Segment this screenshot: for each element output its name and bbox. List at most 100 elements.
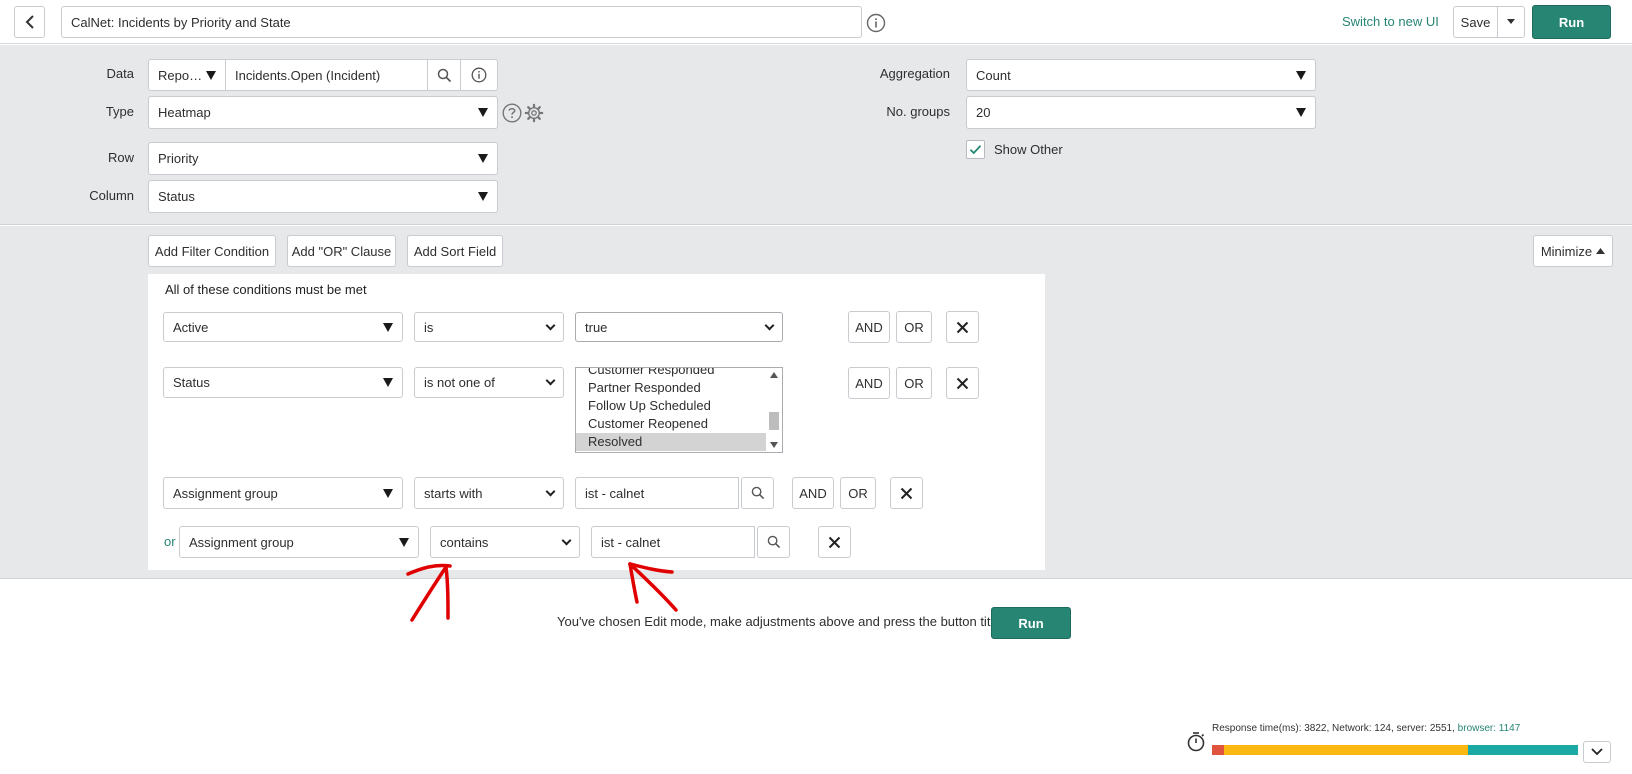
aggregation-label: Aggregation: [879, 66, 950, 81]
message-run-button[interactable]: Run: [991, 607, 1071, 639]
chevron-down-icon: [545, 375, 556, 386]
top-bar: CalNet: Incidents by Priority and State …: [0, 0, 1632, 44]
condition-4-operator: contains: [440, 534, 489, 550]
add-or-clause-button[interactable]: Add "OR" Clause: [287, 235, 396, 267]
report-title-input[interactable]: CalNet: Incidents by Priority and State: [61, 6, 862, 38]
condition-2-field: Status: [173, 375, 210, 390]
listbox-scrollbar[interactable]: [766, 368, 782, 452]
network-time-segment: [1212, 745, 1224, 755]
chevron-down-icon: [561, 535, 572, 545]
condition-2-or-button[interactable]: OR: [896, 367, 932, 399]
listbox-option[interactable]: Customer Reopened: [576, 415, 766, 433]
server-time-segment: [1223, 745, 1469, 755]
show-other-checkbox[interactable]: [966, 140, 985, 159]
condition-4-search-button[interactable]: [757, 526, 790, 558]
condition-4-value: ist - calnet: [601, 534, 661, 550]
edit-mode-message: You've chosen Edit mode, make adjustment…: [557, 614, 1012, 629]
condition-4-operator-select[interactable]: contains: [430, 526, 580, 558]
add-sort-field-button[interactable]: Add Sort Field: [407, 235, 503, 267]
condition-3-operator: starts with: [424, 485, 483, 501]
scroll-down-icon[interactable]: [770, 442, 778, 448]
listbox-option-selected[interactable]: Resolved: [576, 433, 766, 451]
help-icon[interactable]: [502, 103, 522, 123]
listbox-option[interactable]: Follow Up Scheduled: [576, 397, 766, 415]
condition-2-and-button[interactable]: AND: [848, 367, 890, 399]
caret-down-icon: [383, 378, 393, 387]
run-button[interactable]: Run: [1532, 5, 1611, 39]
condition-4-field-select[interactable]: Assignment group: [179, 526, 419, 558]
condition-2-value-listbox[interactable]: Customer Responded Partner Responded Fol…: [575, 367, 783, 453]
condition-3-value: ist - calnet: [585, 485, 645, 501]
condition-1-or-button[interactable]: OR: [896, 311, 932, 343]
chevron-down-icon: [764, 320, 775, 330]
close-icon: [900, 487, 913, 499]
chevron-down-icon: [1591, 748, 1603, 756]
add-filter-condition-button[interactable]: Add Filter Condition: [148, 235, 276, 267]
chevron-down-icon: [545, 486, 556, 496]
condition-2-operator-select[interactable]: is not one of: [414, 367, 564, 398]
chevron-down-icon: [545, 320, 556, 330]
condition-1-field: Active: [173, 319, 209, 335]
response-time-toggle-button[interactable]: [1583, 741, 1611, 763]
switch-ui-link[interactable]: Switch to new UI: [1342, 14, 1439, 29]
show-other-label: Show Other: [994, 142, 1063, 157]
caret-down-icon: [478, 192, 488, 201]
condition-2-field-select[interactable]: Status: [163, 367, 403, 398]
browser-time-segment: [1468, 745, 1578, 755]
condition-4-value-input[interactable]: ist - calnet: [591, 526, 755, 558]
condition-1-value-select[interactable]: true: [575, 312, 783, 342]
listbox-option[interactable]: Partner Responded: [576, 379, 766, 397]
condition-3-delete-button[interactable]: [890, 477, 923, 509]
column-select[interactable]: Status: [148, 180, 498, 213]
condition-3-search-button[interactable]: [741, 477, 774, 509]
minimize-button[interactable]: Minimize: [1533, 235, 1613, 267]
data-search-button[interactable]: [427, 59, 461, 91]
data-table-input[interactable]: Incidents.Open (Incident): [225, 59, 428, 91]
condition-3-value-input[interactable]: ist - calnet: [575, 477, 739, 509]
aggregation-select[interactable]: Count: [966, 59, 1316, 91]
search-icon: [751, 486, 764, 500]
close-icon: [828, 536, 841, 548]
condition-2-operator: is not one of: [424, 375, 495, 390]
caret-up-icon: [1596, 248, 1606, 254]
close-icon: [956, 377, 969, 389]
condition-2-delete-button[interactable]: [946, 367, 979, 399]
condition-1-operator-select[interactable]: is: [414, 312, 564, 342]
caret-down-icon: [206, 70, 216, 80]
report-title-value: CalNet: Incidents by Priority and State: [71, 14, 291, 30]
search-icon: [437, 68, 451, 82]
groups-select[interactable]: 20: [966, 96, 1316, 129]
annotation-arrow-value: [628, 562, 678, 612]
conditions-heading: All of these conditions must be met: [165, 282, 367, 297]
response-time-bar: [1212, 745, 1578, 755]
annotation-arrow-operator: [406, 563, 452, 622]
listbox-option[interactable]: Customer Responded: [576, 368, 766, 379]
condition-1-and-button[interactable]: AND: [848, 311, 890, 343]
save-menu-button[interactable]: [1497, 6, 1525, 38]
type-label: Type: [105, 104, 134, 119]
gear-icon[interactable]: [524, 103, 544, 123]
condition-3-or-button[interactable]: OR: [840, 477, 876, 509]
condition-3-field: Assignment group: [173, 485, 278, 501]
scroll-up-icon[interactable]: [770, 372, 778, 378]
type-select-value: Heatmap: [158, 105, 211, 120]
condition-3-field-select[interactable]: Assignment group: [163, 477, 403, 509]
groups-label: No. groups: [886, 104, 950, 119]
condition-3-and-button[interactable]: AND: [792, 477, 834, 509]
condition-3-operator-select[interactable]: starts with: [414, 477, 564, 509]
caret-down-icon: [399, 537, 409, 547]
caret-down-icon: [1296, 70, 1306, 80]
condition-1-field-select[interactable]: Active: [163, 312, 403, 342]
condition-4-delete-button[interactable]: [818, 526, 851, 558]
condition-1-delete-button[interactable]: [946, 311, 979, 343]
data-source-select[interactable]: Repo…: [148, 59, 226, 91]
data-info-button[interactable]: [460, 59, 498, 91]
back-button[interactable]: [14, 6, 45, 38]
scroll-thumb[interactable]: [769, 412, 779, 430]
row-select[interactable]: Priority: [148, 142, 498, 175]
row-label: Row: [107, 150, 134, 165]
save-button[interactable]: Save: [1453, 6, 1498, 38]
type-select[interactable]: Heatmap: [148, 96, 498, 129]
info-icon[interactable]: [866, 13, 886, 33]
stopwatch-icon[interactable]: [1186, 731, 1206, 753]
